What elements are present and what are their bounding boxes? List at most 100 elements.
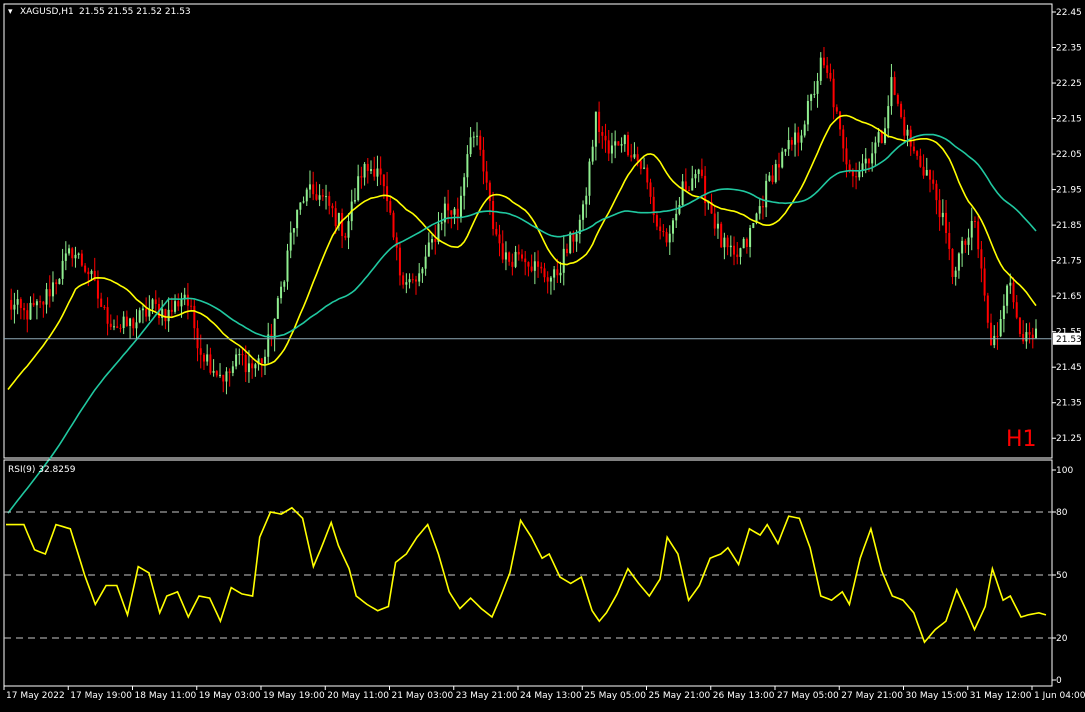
time-tick-label: 27 May 21:00 [841,691,903,701]
candle-body [546,277,549,282]
time-tick-label: 20 May 11:00 [327,691,389,701]
candle-body [530,266,533,271]
candle-body [334,208,337,227]
candle-body [106,307,109,324]
candle-body [145,308,148,317]
candle-body [906,129,909,136]
candle-body [58,278,61,285]
candle-body [749,227,752,247]
ohlc-readout: 21.55 21.55 21.52 21.53 [79,7,191,17]
candle-body [655,215,658,227]
candle-body [164,309,167,322]
candle-body [35,301,38,306]
candle-body [925,169,928,176]
candle-body [286,250,289,282]
chart-canvas[interactable]: 22.45 22.35 22.25 22.15 22.05 21.95 21.85 21.75… [0,0,1085,708]
candle-body [331,205,334,209]
candle-body [627,135,630,156]
candle-body [961,240,964,254]
candle-body [386,186,389,202]
candle-body [1006,285,1009,306]
candle-body [463,177,466,196]
candle-body [880,132,883,143]
candle-body [328,196,331,206]
candle-body [135,322,138,329]
price-tick-label: 21.35 [1056,399,1082,409]
candle-body [479,135,482,150]
candle-body [357,176,360,201]
candle-body [511,261,514,267]
candle-body [299,202,302,210]
candle-body [999,319,1002,337]
candle-body [96,280,99,299]
candle-body [916,151,919,156]
candle-body [305,189,308,202]
time-tick-label: 1 Jun 04:00 [1034,691,1085,701]
price-tick-label: 22.15 [1056,115,1082,125]
candle-body [932,179,935,184]
candle-body [431,238,434,243]
candle-body [353,200,356,202]
candle-body [29,302,32,320]
candle-body [280,286,283,299]
candle-body [980,249,983,269]
mt4-chart-window[interactable]: 22.45 22.35 22.25 22.15 22.05 21.95 21.85 21.75… [0,0,1085,708]
candle-body [1025,332,1028,342]
candle-body [537,261,540,267]
candle-body [296,209,299,229]
candle-body [675,213,678,221]
candle-body [662,230,665,233]
candle-body [215,371,218,376]
candle-body [556,269,559,276]
candle-body [941,212,944,218]
candle-body [1018,317,1021,334]
candle-body [498,234,501,244]
candle-body [87,271,90,275]
candle-body [1002,305,1005,320]
candle-body [504,252,507,260]
candle-body [228,371,231,373]
candle-body [411,279,414,281]
time-tick-label: 21 May 03:00 [392,691,454,701]
candle-body [318,195,321,200]
candle-body [787,140,790,150]
candle-body [774,164,777,182]
candle-body [858,170,861,178]
candle-body [77,253,80,255]
candle-body [180,299,183,307]
candle-body [501,243,504,260]
candle-body [752,223,755,228]
candle-body [485,171,488,183]
candle-body [55,282,58,285]
candle-body [797,132,800,143]
candle-body [514,251,517,267]
candle-body [912,146,915,152]
candle-body [630,155,633,158]
candle-body [366,163,369,171]
candle-body [222,374,225,382]
candle-body [370,169,373,171]
candle-body [919,155,922,167]
candle-body [260,358,263,364]
candle-body [842,129,845,149]
candle-body [225,371,228,382]
price-tick-label: 21.85 [1056,221,1082,231]
rsi-panel-frame [3,459,1053,687]
candle-body [376,168,379,177]
candle-body [848,164,851,171]
candle-body [594,111,597,147]
candle-body [251,363,254,369]
symbol-menu-icon[interactable]: ▾ [8,7,13,17]
candle-body [588,161,591,196]
candle-body [424,256,427,269]
candle-body [993,335,996,346]
time-tick-label: 24 May 13:00 [520,691,582,701]
candle-body [826,65,829,73]
candle-body [219,374,222,376]
candle-body [778,164,780,168]
candle-body [19,299,22,308]
candle-body [1022,333,1025,342]
candle-body [10,299,13,310]
candle-body [244,354,247,373]
candle-body [517,251,520,255]
